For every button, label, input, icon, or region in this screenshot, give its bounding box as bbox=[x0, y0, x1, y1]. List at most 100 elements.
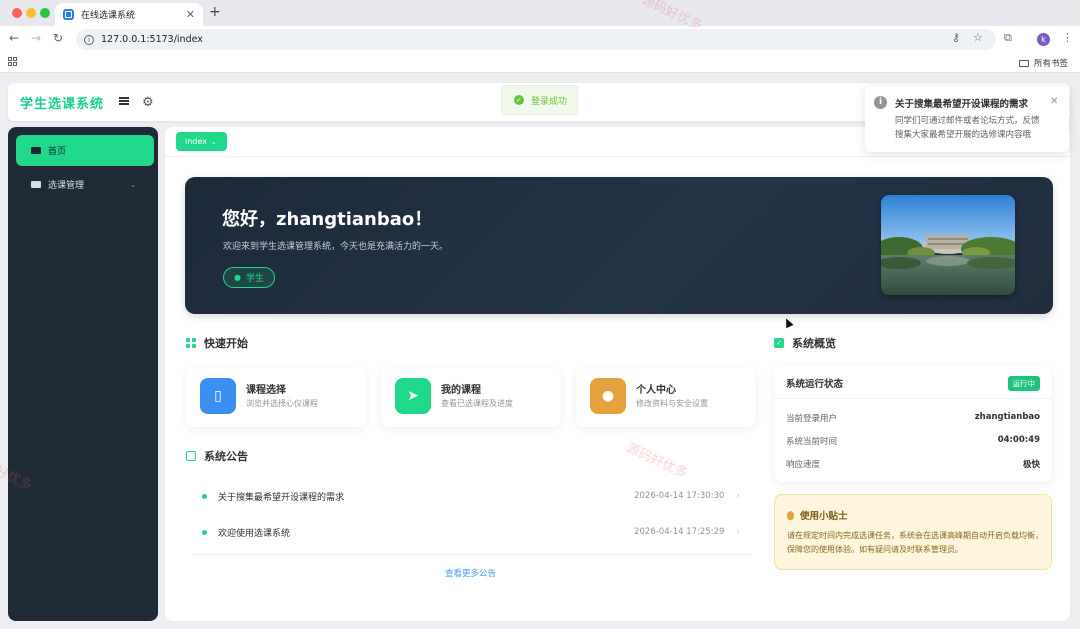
folder-icon bbox=[1018, 59, 1029, 67]
success-toast: ✓ 登录成功 bbox=[501, 85, 578, 115]
profile-avatar[interactable]: k bbox=[1037, 33, 1050, 46]
sidebar-item-course-management[interactable]: 选课管理 ⌄ bbox=[16, 169, 154, 200]
user-icon: ● bbox=[590, 378, 626, 414]
quick-card-course-select[interactable]: ▯ 课程选择 浏览并选择心仪课程 bbox=[186, 367, 366, 427]
close-icon[interactable]: ✕ bbox=[1050, 96, 1058, 107]
quick-start-heading: 快速开始 bbox=[186, 335, 248, 351]
info-icon: i bbox=[874, 96, 887, 109]
sidebar-item-label: 选课管理 bbox=[48, 181, 85, 191]
greeting-heading: 您好，zhangtianbao！ bbox=[222, 209, 433, 230]
status-badge: 运行中 bbox=[1007, 376, 1040, 391]
status-card-title: 系统运行状态 bbox=[786, 379, 844, 390]
system-status-card: 系统运行状态 运行中 当前登录用户 zhangtianbao 系统当前时间 04… bbox=[774, 365, 1052, 482]
announcements-heading: 系统公告 bbox=[186, 448, 248, 464]
welcome-text: 欢迎来到学生选课管理系统，今天也是充满活力的一天。 bbox=[223, 242, 449, 252]
quick-card-desc: 浏览并选择心仪课程 bbox=[246, 399, 318, 408]
monitor-icon bbox=[31, 181, 41, 188]
divider bbox=[192, 554, 752, 555]
view-more-announcements-link[interactable]: 查看更多公告 bbox=[445, 567, 496, 579]
status-value: 极快 bbox=[1022, 460, 1040, 470]
gear-icon[interactable]: ⚙ bbox=[142, 95, 154, 110]
bullet-dot bbox=[202, 493, 207, 499]
notification-title: 关于搜集最希望开设课程的需求 bbox=[895, 99, 1029, 110]
bookmarks-bar: 所有书签 bbox=[0, 53, 1080, 73]
new-tab-button[interactable]: + bbox=[209, 4, 221, 20]
tips-title: 使用小贴士 bbox=[800, 511, 848, 522]
main-content: index ⌄ 您好，zhangtianbao！ 欢迎来到学生选课管理系统，今天… bbox=[165, 127, 1070, 621]
tab-title: 在线选课系统 bbox=[81, 11, 136, 21]
announcement-text: 关于搜集最希望开设课程的需求 bbox=[218, 492, 345, 503]
quick-card-profile[interactable]: ● 个人中心 修改资料与安全设置 bbox=[576, 367, 756, 427]
chevron-right-icon: › bbox=[736, 491, 740, 501]
notification-body: 同学们可通过邮件或者论坛方式，反馈搜集大家最希望开展的选修课内容哦 bbox=[895, 116, 1040, 140]
tips-card: 使用小贴士 请在规定时间内完成选课任务，系统会在选课高峰期自动开启负载均衡，保障… bbox=[774, 494, 1052, 570]
status-value: zhangtianbao bbox=[974, 412, 1040, 422]
quick-card-title: 课程选择 bbox=[246, 385, 286, 396]
book-icon: ▯ bbox=[200, 378, 236, 414]
overview-title: 系统概览 bbox=[792, 337, 836, 350]
chevron-down-icon: ⌄ bbox=[130, 180, 136, 189]
lightbulb-icon bbox=[787, 510, 794, 520]
minimize-window-button[interactable] bbox=[26, 8, 36, 18]
role-label: 学生 bbox=[245, 274, 264, 284]
url-text: 127.0.0.1:5173/index bbox=[101, 34, 203, 45]
toast-text: 登录成功 bbox=[531, 96, 568, 107]
user-icon: ● bbox=[234, 273, 241, 282]
check-circle-icon: ✓ bbox=[514, 95, 524, 105]
status-key: 系统当前时间 bbox=[786, 437, 838, 447]
quick-card-title: 我的课程 bbox=[441, 385, 481, 396]
announcement-text: 欢迎使用选课系统 bbox=[218, 528, 291, 539]
maximize-window-button[interactable] bbox=[40, 8, 50, 18]
all-bookmarks-button[interactable]: 所有书签 bbox=[1018, 57, 1068, 69]
address-bar-row: ← → ↻ i 127.0.0.1:5173/index ⚷ ☆ ⧉ ⋮ bbox=[0, 26, 1080, 53]
tips-body: 请在规定时间内完成选课任务，系统会在选课高峰期自动开启负载均衡，保障您的使用体验… bbox=[787, 531, 1043, 554]
announcement-date: 2026-04-14 17:25:29 bbox=[634, 527, 725, 537]
quick-start-title: 快速开始 bbox=[204, 337, 248, 350]
announcements-title: 系统公告 bbox=[204, 450, 248, 463]
all-bookmarks-label: 所有书签 bbox=[1033, 59, 1068, 69]
chevron-down-icon: ⌄ bbox=[210, 137, 217, 146]
quick-card-desc: 查看已选课程及进度 bbox=[441, 399, 513, 408]
chevron-right-icon: › bbox=[736, 527, 740, 537]
extensions-icon[interactable]: ⧉ bbox=[1004, 31, 1012, 45]
status-row: 系统当前时间 04:00:49 bbox=[786, 435, 1040, 447]
sidebar-item-label: 首页 bbox=[48, 147, 67, 157]
site-info-icon[interactable]: i bbox=[84, 34, 94, 45]
reload-icon[interactable]: ↻ bbox=[53, 31, 63, 45]
paper-plane-icon: ➤ bbox=[395, 378, 431, 414]
close-tab-icon[interactable]: ✕ bbox=[186, 8, 195, 21]
status-key: 响应速度 bbox=[786, 460, 821, 470]
campus-photo bbox=[881, 195, 1015, 295]
welcome-banner: 您好，zhangtianbao！ 欢迎来到学生选课管理系统，今天也是充满活力的一… bbox=[185, 177, 1053, 314]
announcement-row[interactable]: 欢迎使用选课系统 2026-04-14 17:25:29 › bbox=[192, 515, 752, 549]
browser-tab-bar: 在线选课系统 ✕ + bbox=[0, 0, 1080, 26]
tips-heading: 使用小贴士 bbox=[787, 508, 848, 522]
note-icon bbox=[186, 451, 196, 461]
quick-card-desc: 修改资料与安全设置 bbox=[636, 399, 708, 408]
divider bbox=[774, 398, 1052, 399]
browser-tab[interactable]: 在线选课系统 ✕ bbox=[55, 3, 203, 26]
forward-arrow-icon[interactable]: → bbox=[31, 31, 41, 45]
quick-card-title: 个人中心 bbox=[636, 385, 676, 396]
announcement-date: 2026-04-14 17:30:30 bbox=[634, 491, 725, 501]
status-row: 响应速度 极快 bbox=[786, 458, 1040, 470]
bullet-dot bbox=[202, 529, 207, 535]
hamburger-icon[interactable] bbox=[119, 97, 129, 105]
tag-index[interactable]: index ⌄ bbox=[176, 132, 227, 151]
password-key-icon[interactable]: ⚷ bbox=[952, 31, 960, 44]
notification-popup: i 关于搜集最希望开设课程的需求 ✕ 同学们可通过邮件或者论坛方式，反馈搜集大家… bbox=[865, 86, 1069, 152]
overview-heading: ✓ 系统概览 bbox=[774, 335, 836, 351]
apps-grid-icon[interactable] bbox=[8, 57, 17, 66]
quick-card-my-courses[interactable]: ➤ 我的课程 查看已选课程及进度 bbox=[381, 367, 561, 427]
bookmark-star-icon[interactable]: ☆ bbox=[973, 31, 983, 44]
close-window-button[interactable] bbox=[12, 8, 22, 18]
sidebar: 首页 选课管理 ⌄ bbox=[8, 127, 158, 621]
role-badge: ● 学生 bbox=[223, 267, 275, 288]
more-menu-icon[interactable]: ⋮ bbox=[1062, 31, 1073, 44]
back-arrow-icon[interactable]: ← bbox=[9, 31, 19, 45]
announcement-row[interactable]: 关于搜集最希望开设课程的需求 2026-04-14 17:30:30 › bbox=[192, 479, 752, 513]
site-favicon-icon bbox=[63, 9, 74, 20]
sidebar-item-home[interactable]: 首页 bbox=[16, 135, 154, 166]
url-input[interactable]: i 127.0.0.1:5173/index bbox=[76, 29, 996, 50]
grid-icon bbox=[186, 338, 196, 348]
